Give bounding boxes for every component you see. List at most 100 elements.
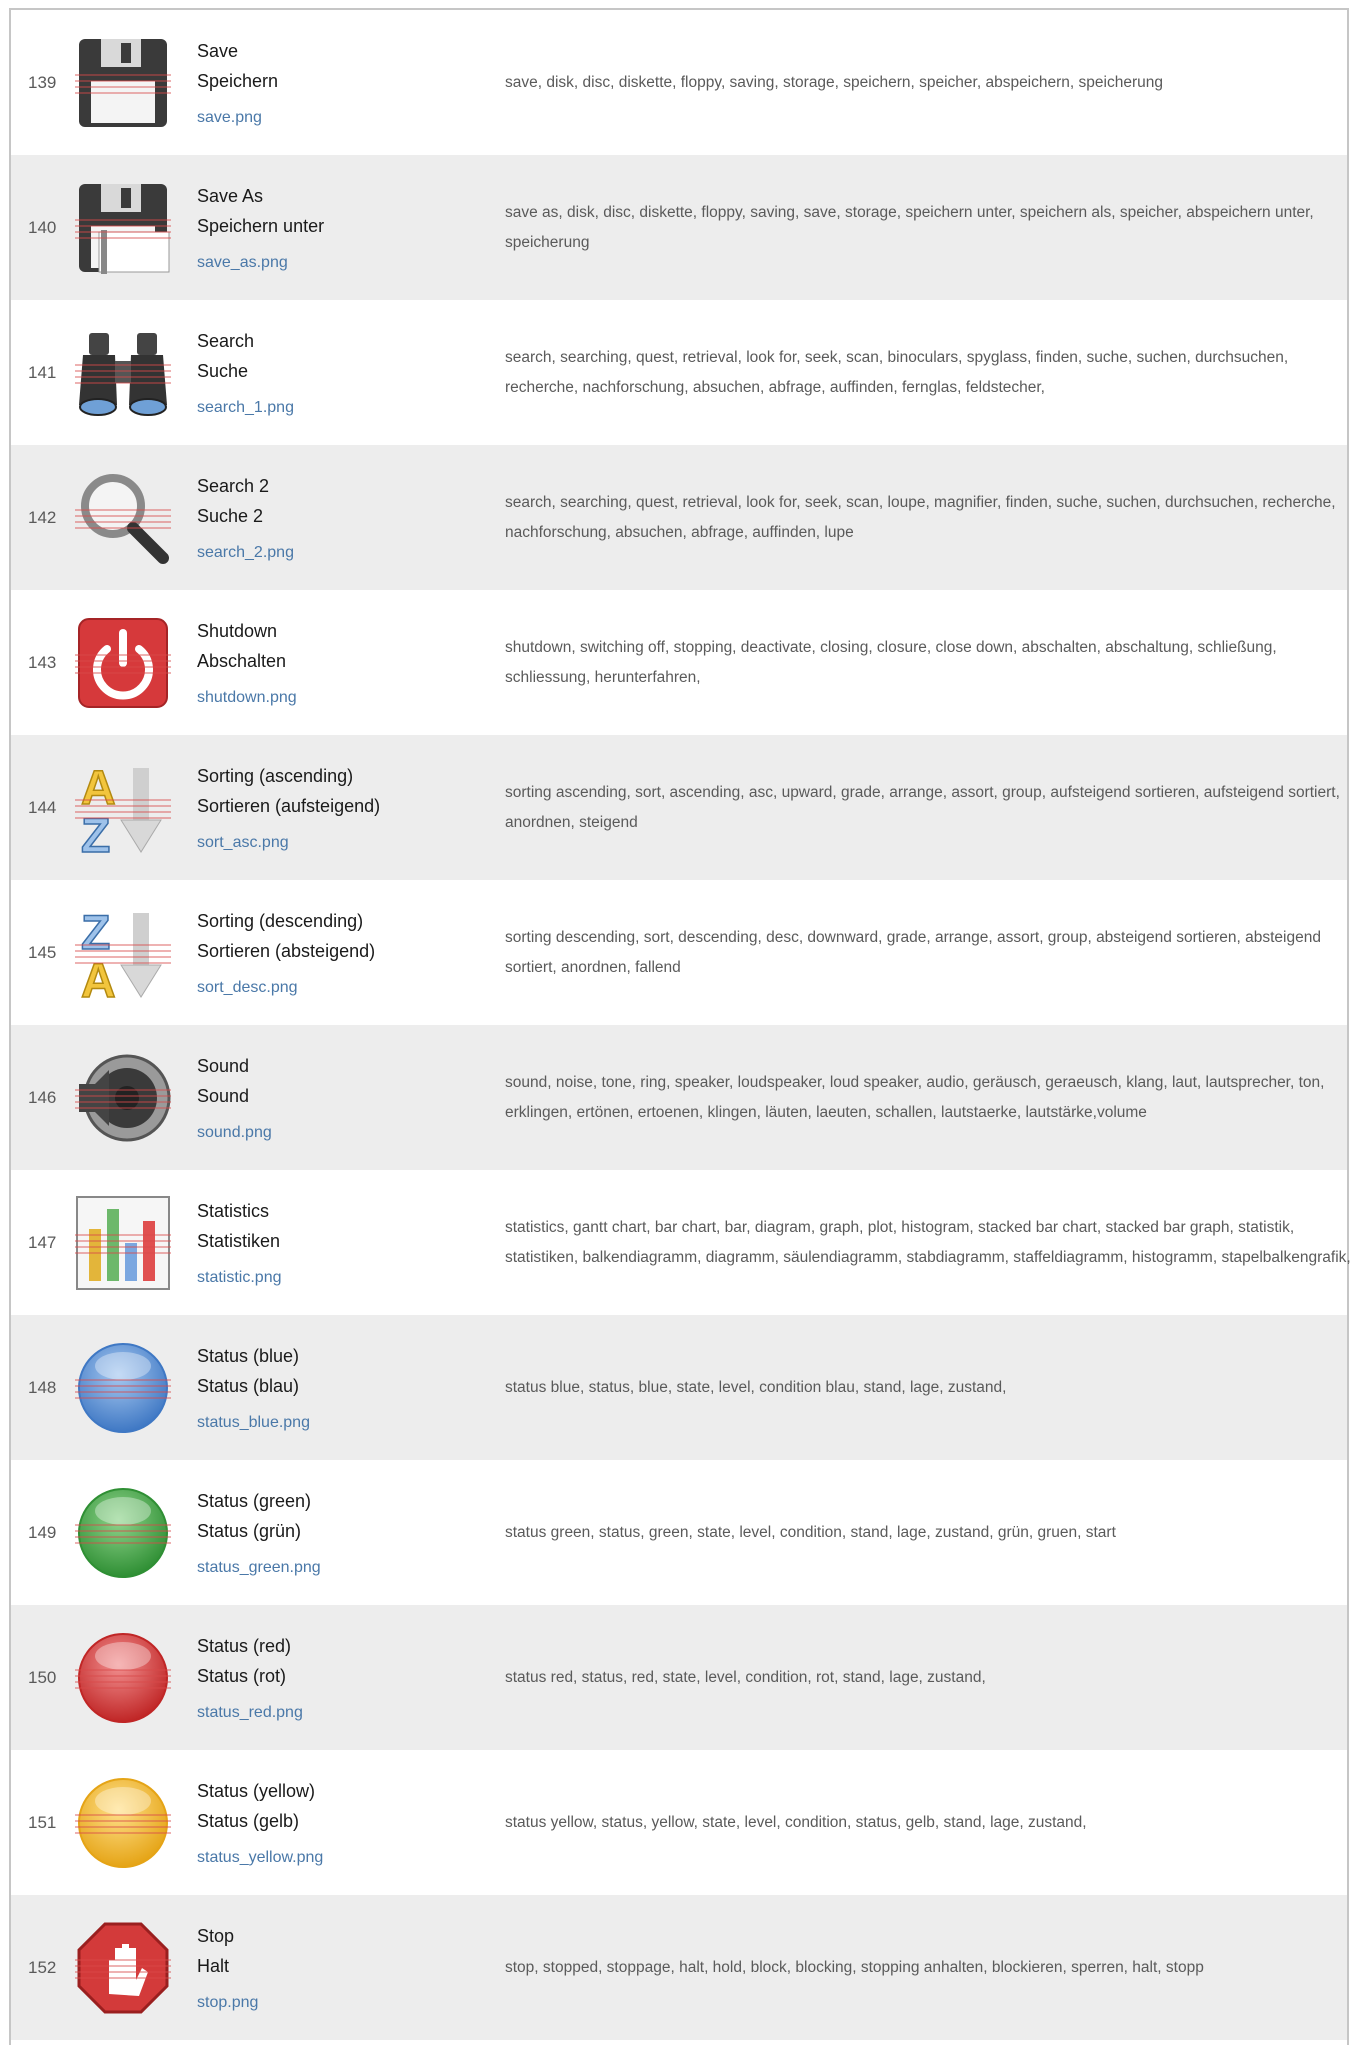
list-item: 150 Status (red) Status (rot) status_red.pn… — [11, 1605, 1347, 1750]
keywords: stop, stopped, stoppage, halt, hold, blo… — [505, 1958, 1204, 1976]
file-link[interactable]: shutdown.png — [197, 683, 297, 713]
file-link[interactable]: statistic.png — [197, 1263, 281, 1293]
list-item: 149 Status (green) Status (grün) status_gre… — [11, 1460, 1347, 1605]
file-link[interactable]: save.png — [197, 103, 278, 133]
icon-name-english: Shutdown — [197, 621, 278, 641]
icon-name-english: Search 2 — [197, 476, 270, 496]
keywords: save, disk, disc, diskette, floppy, savi… — [505, 73, 1163, 91]
list-item: 140 Save As Speichern unter save_as.png save… — [11, 155, 1347, 300]
list-item: 142 Search 2 Suche 2 search_2.png search, se… — [11, 445, 1347, 590]
file-link[interactable]: sort_asc.png — [197, 828, 380, 858]
file-link[interactable]: sort_desc.png — [197, 973, 375, 1003]
item-number: 148 — [28, 1378, 57, 1397]
file-link[interactable]: status_blue.png — [197, 1408, 310, 1438]
item-number: 150 — [28, 1668, 57, 1687]
list-item: 139 Save Speichern save.png save, disk, disc… — [11, 10, 1347, 155]
file-link[interactable]: status_red.png — [197, 1698, 303, 1728]
list-item: 151 Status (yellow) Status (gelb) status_ye… — [11, 1750, 1347, 1895]
icon-name-german: Abschalten — [197, 651, 287, 671]
icon-name-german: Status (rot) — [197, 1666, 287, 1686]
icon-name-german: Status (grün) — [197, 1521, 302, 1541]
icon-name-german: Sortieren (aufsteigend) — [197, 796, 381, 816]
list-item: 146 Sound Sound sound.png sound, noise, tone… — [11, 1025, 1347, 1170]
icon-name-german: Sound — [197, 1086, 250, 1106]
svg-text:Z: Z — [81, 907, 110, 960]
file-link[interactable]: save_as.png — [197, 248, 324, 278]
keywords: search, searching, quest, retrieval, loo… — [505, 493, 1336, 541]
item-number: 142 — [28, 508, 57, 527]
keywords: status blue, status, blue, state, level,… — [505, 1378, 1007, 1396]
red-orb-icon — [75, 1630, 171, 1726]
stop-hand-icon — [75, 1920, 171, 2016]
file-link[interactable]: status_green.png — [197, 1553, 321, 1583]
icon-name-english: Statistics — [197, 1201, 270, 1221]
icon-name-english: Save — [197, 41, 239, 61]
icon-name-english: Search — [197, 331, 255, 351]
icon-name-english: Status (red) — [197, 1636, 292, 1656]
sort-descending-icon: ZA — [75, 905, 171, 1001]
file-link[interactable]: status_yellow.png — [197, 1843, 323, 1873]
icon-name-german: Suche 2 — [197, 506, 264, 526]
item-number: 141 — [28, 363, 57, 382]
keywords: shutdown, switching off, stopping, deact… — [505, 638, 1277, 686]
sort-ascending-icon: AZ — [75, 760, 171, 856]
green-orb-icon — [75, 1485, 171, 1581]
item-number: 144 — [28, 798, 57, 817]
icon-name-english: Sound — [197, 1056, 250, 1076]
keywords: status yellow, status, yellow, state, le… — [505, 1813, 1087, 1831]
power-icon — [75, 615, 171, 711]
icon-name-german: Speichern unter — [197, 216, 325, 236]
svg-text:A: A — [81, 762, 116, 815]
icon-name-english: Status (blue) — [197, 1346, 300, 1366]
list-item: 152 Stop Halt stop.png stop, stopped, stoppa… — [11, 1895, 1347, 2040]
list-item: 147 Statistics Statistiken statistic.png sta… — [11, 1170, 1351, 1315]
list-item: 144 A Z Sorting (ascending) Sortieren (aufst… — [11, 735, 1347, 880]
svg-text:Z: Z — [81, 810, 110, 856]
floppy-disk-save-as-icon — [75, 180, 171, 276]
icon-name-english: Stop — [197, 1926, 235, 1946]
icon-name-german: Halt — [197, 1956, 230, 1976]
yellow-orb-icon — [75, 1775, 171, 1871]
item-number: 149 — [28, 1523, 57, 1542]
file-link[interactable]: search_1.png — [197, 393, 294, 423]
item-number: 139 — [28, 73, 57, 92]
icon-name-english: Sorting (descending) — [197, 911, 364, 931]
item-number: 151 — [28, 1813, 57, 1832]
icon-name-german: Status (blau) — [197, 1376, 300, 1396]
icon-name-english: Sorting (ascending) — [197, 766, 354, 786]
blue-orb-icon — [75, 1340, 171, 1436]
item-number: 143 — [28, 653, 57, 672]
keywords: status green, status, green, state, leve… — [505, 1523, 1116, 1541]
item-number: 146 — [28, 1088, 57, 1107]
list-item: 141 Search Suche search_1.png search, search… — [11, 300, 1347, 445]
icon-name-german: Status (gelb) — [197, 1811, 300, 1831]
file-link[interactable]: stop.png — [197, 1988, 258, 2018]
keywords: sound, noise, tone, ring, speaker, louds… — [505, 1073, 1325, 1121]
item-number: 140 — [28, 218, 57, 237]
keywords: statistics, gantt chart, bar chart, bar,… — [505, 1218, 1351, 1266]
icon-name-german: Sortieren (absteigend) — [197, 941, 376, 961]
item-number: 147 — [28, 1233, 57, 1252]
icon-name-german: Speichern — [197, 71, 279, 91]
keywords: save as, disk, disc, diskette, floppy, s… — [505, 203, 1314, 251]
icon-name-english: Save As — [197, 186, 264, 206]
magnifier-icon — [75, 470, 171, 566]
file-link[interactable]: sound.png — [197, 1118, 272, 1148]
keywords: status red, status, red, state, level, c… — [505, 1668, 986, 1686]
binoculars-icon — [75, 325, 171, 421]
icon-name-german: Statistiken — [197, 1231, 281, 1251]
icon-name-german: Suche — [197, 361, 249, 381]
list-item: 145 Z A Sorting (descending) Sortieren (abst… — [11, 880, 1347, 1025]
list-item: 148 Status (blue) Status (blau) status_blue… — [11, 1315, 1347, 1460]
bar-chart-icon — [75, 1195, 171, 1291]
keywords: search, searching, quest, retrieval, loo… — [505, 348, 1289, 396]
icon-name-english: Status (green) — [197, 1491, 312, 1511]
speaker-icon — [75, 1050, 171, 1146]
item-number: 152 — [28, 1958, 57, 1977]
svg-text:A: A — [81, 955, 116, 1001]
file-link[interactable]: search_2.png — [197, 538, 294, 568]
floppy-disk-icon — [75, 35, 171, 131]
list-item: 143 Shutdown Abschalten shutdown.png shutdow… — [11, 590, 1347, 735]
keywords: sorting ascending, sort, ascending, asc,… — [505, 783, 1340, 831]
icon-name-english: Status (yellow) — [197, 1781, 316, 1801]
